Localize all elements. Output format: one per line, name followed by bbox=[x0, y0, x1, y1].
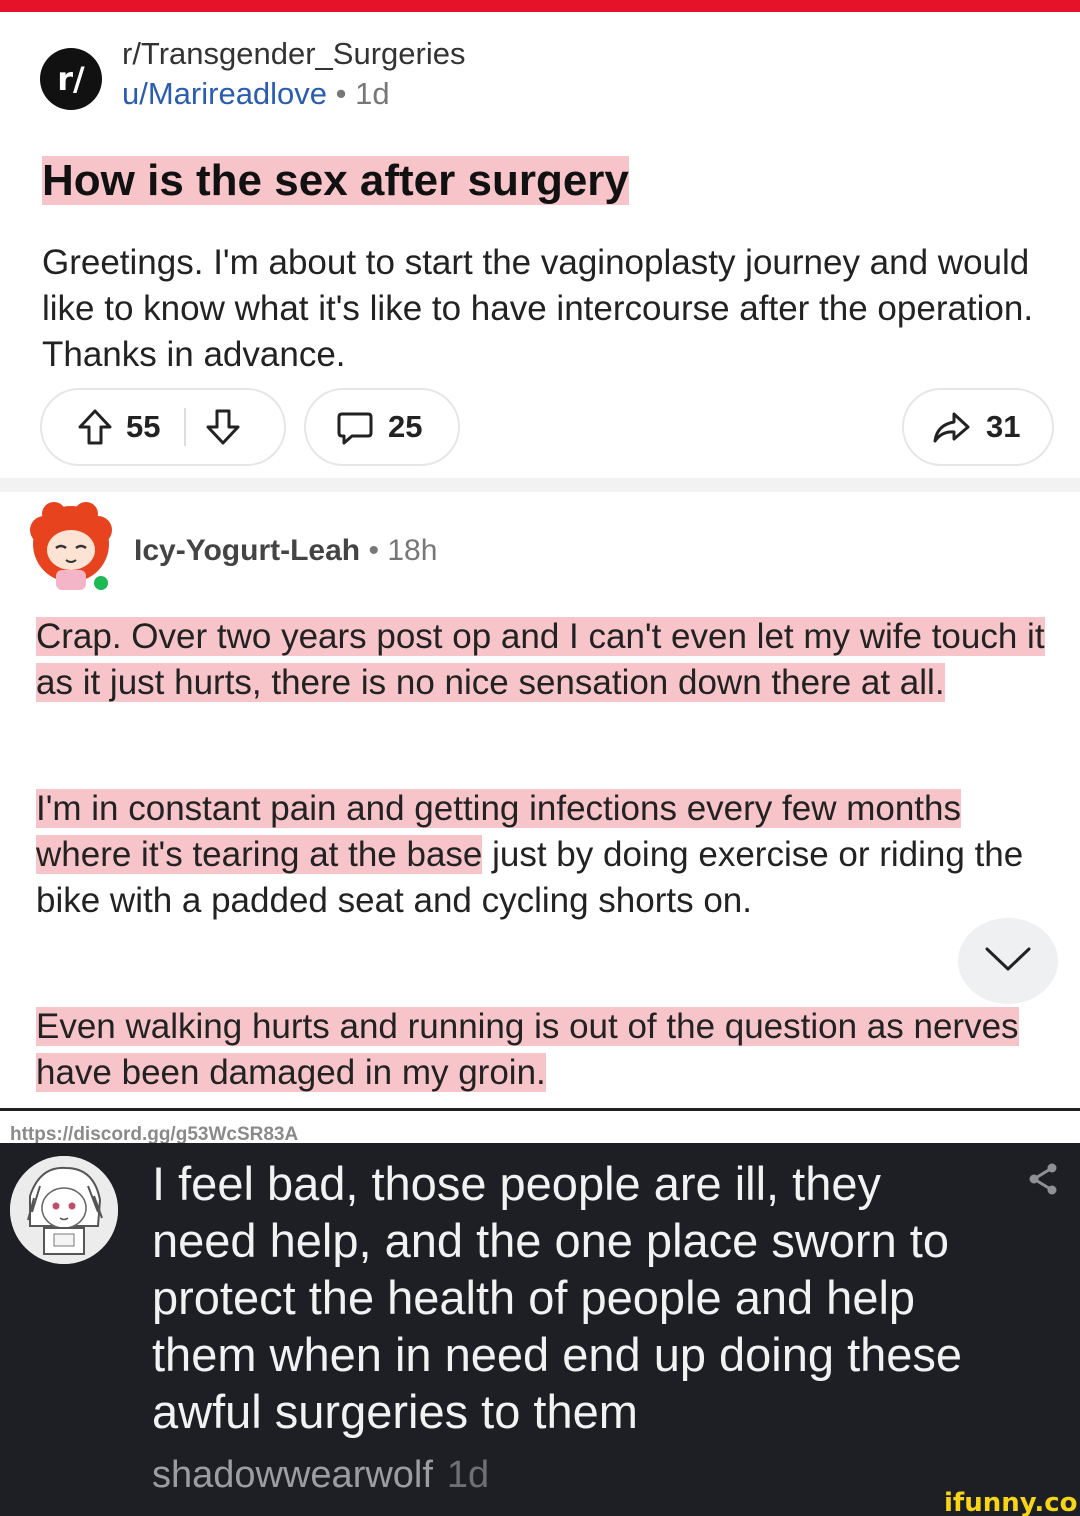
comment-paragraph-3-text: Even walking hurts and running is out of… bbox=[36, 1007, 1019, 1092]
expand-button[interactable] bbox=[958, 918, 1058, 1004]
comment-time: 18h bbox=[387, 534, 438, 567]
comments-button[interactable]: 25 bbox=[304, 388, 460, 466]
post-author-link[interactable]: u/Marireadlove bbox=[122, 76, 327, 111]
share-button[interactable]: 31 bbox=[902, 388, 1054, 466]
comment-meta-separator: • bbox=[360, 534, 388, 567]
vote-divider bbox=[184, 408, 187, 446]
meta-separator: • bbox=[327, 76, 356, 111]
comment-paragraph-3: Even walking hurts and running is out of… bbox=[36, 1004, 1046, 1096]
post-time: 1d bbox=[355, 76, 390, 111]
reply-avatar[interactable] bbox=[10, 1156, 118, 1264]
comment-author-name[interactable]: Icy-Yogurt-Leah bbox=[134, 534, 360, 567]
downvote-arrow-icon[interactable] bbox=[202, 406, 244, 448]
vote-control: 55 bbox=[40, 388, 286, 466]
comment-paragraph-2: I'm in constant pain and getting infecti… bbox=[36, 786, 1046, 924]
comment-paragraph-1-text: Crap. Over two years post op and I can't… bbox=[36, 617, 1045, 702]
ifunny-watermark: ifunny.co bbox=[944, 1488, 1078, 1516]
comment-meta: Icy-Yogurt-Leah • 18h bbox=[134, 534, 437, 568]
screenshot-separator bbox=[0, 1108, 1080, 1111]
post-title[interactable]: How is the sex after surgery bbox=[42, 156, 629, 206]
comment-count: 25 bbox=[388, 409, 423, 444]
vote-score: 55 bbox=[126, 409, 161, 444]
comment-paragraph-1: Crap. Over two years post op and I can't… bbox=[36, 614, 1046, 706]
comment-bubble-icon bbox=[334, 406, 376, 448]
subreddit-name[interactable]: r/Transgender_Surgeries bbox=[122, 36, 465, 72]
post-body: Greetings. I'm about to start the vagino… bbox=[42, 243, 1034, 374]
post-meta: u/Marireadlove • 1d bbox=[122, 76, 390, 112]
section-divider bbox=[0, 478, 1080, 492]
reply-comment-text: I feel bad, those people are ill, they n… bbox=[152, 1157, 963, 1438]
chevron-down-icon bbox=[983, 944, 1033, 979]
top-red-bar bbox=[0, 0, 1080, 12]
reply-time: 1d bbox=[446, 1454, 490, 1496]
post-header: r/ r/Transgender_Surgeries u/Marireadlov… bbox=[40, 36, 1020, 116]
share-arrow-icon bbox=[930, 406, 972, 448]
reply-username[interactable]: shadowwearwolf bbox=[152, 1454, 433, 1496]
upvote-arrow-icon[interactable] bbox=[74, 406, 116, 448]
share-count: 31 bbox=[986, 409, 1021, 444]
share-icon[interactable] bbox=[1024, 1160, 1062, 1198]
post-title-text: How is the sex after surgery bbox=[42, 156, 629, 205]
online-status-dot bbox=[90, 572, 112, 594]
reply-meta: shadowwearwolf 1d bbox=[152, 1454, 489, 1497]
subreddit-icon[interactable]: r/ bbox=[40, 48, 102, 110]
